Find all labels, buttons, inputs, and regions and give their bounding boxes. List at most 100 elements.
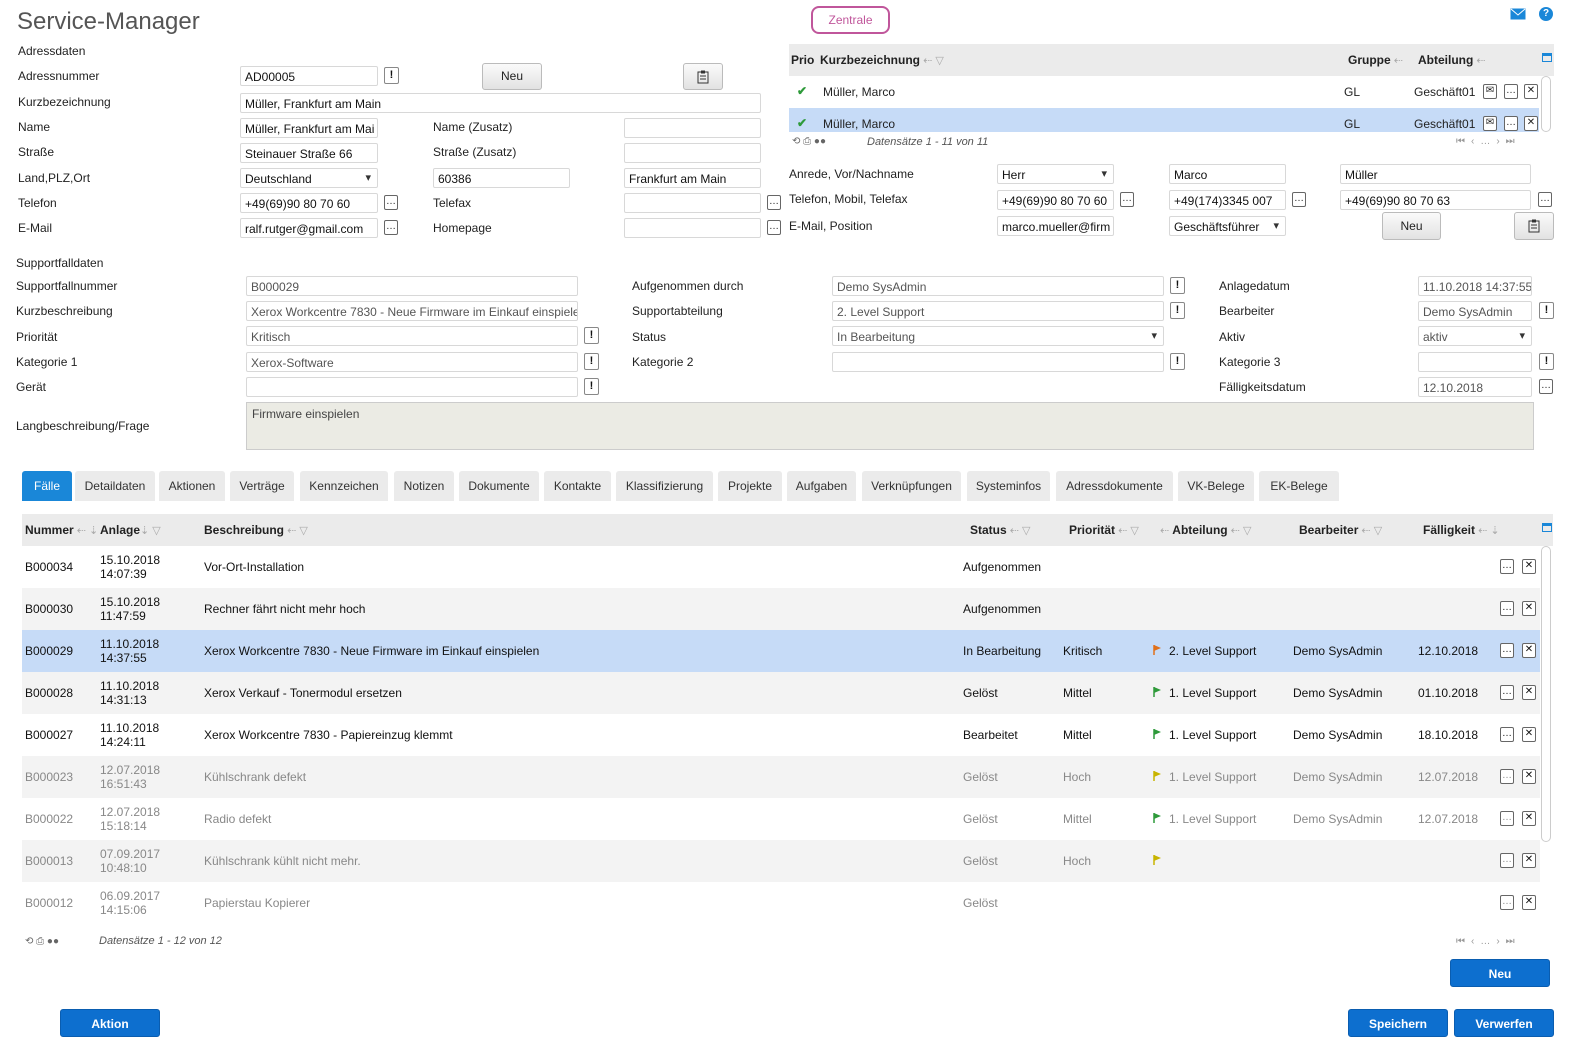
kontakt-telefax-field[interactable]: +49(69)90 80 70 63: [1340, 190, 1531, 210]
more-button[interactable]: …: [1500, 643, 1514, 658]
sort-icon[interactable]: ⇠ ⇣: [74, 525, 99, 537]
sort-filter-icon[interactable]: ⇠ ▽: [920, 55, 944, 67]
zentrale-badge[interactable]: Zentrale: [811, 6, 890, 34]
clipboard-button[interactable]: [683, 63, 723, 90]
table-row[interactable]: B000022 12.07.2018 15:18:14 Radio defekt Gel…: [22, 798, 1540, 840]
delete-button[interactable]: ✕: [1522, 769, 1536, 784]
delete-button[interactable]: ✕: [1522, 853, 1536, 868]
geraet-field[interactable]: [246, 377, 578, 397]
sort-icon[interactable]: ⇠: [1160, 525, 1172, 537]
delete-button[interactable]: ✕: [1522, 811, 1536, 826]
table-row[interactable]: B000013 07.09.2017 10:48:10 Kühlschrank küh…: [22, 840, 1540, 882]
contacts-col-abteilung[interactable]: Abteilung ⇠: [1418, 53, 1486, 67]
tab-0[interactable]: Fälle: [22, 471, 72, 501]
land-select[interactable]: Deutschland: [240, 168, 378, 188]
kontakt-mobil-more-button[interactable]: …: [1292, 192, 1306, 207]
status-select[interactable]: In Bearbeitung: [832, 326, 1164, 346]
contacts-pager[interactable]: ⏮‹…›⏭: [1456, 136, 1521, 147]
table-row[interactable]: B000028 11.10.2018 14:31:13 Xerox Verkauf -…: [22, 672, 1540, 714]
supportabteilung-field[interactable]: 2. Level Support: [832, 301, 1164, 321]
langbeschreibung-textarea[interactable]: Firmware einspielen: [246, 402, 1534, 450]
verwerfen-button[interactable]: Verwerfen: [1454, 1009, 1554, 1037]
adresse-neu-button[interactable]: Neu: [482, 63, 542, 90]
sort-icon[interactable]: ⇠: [1391, 55, 1403, 67]
kontakt-telefax-more-button[interactable]: …: [1538, 192, 1552, 207]
delete-button[interactable]: ✕: [1522, 601, 1536, 616]
more-button[interactable]: …: [1500, 811, 1514, 826]
homepage-field[interactable]: [624, 218, 761, 238]
kurzbezeichnung-field[interactable]: Müller, Frankfurt am Main: [240, 93, 761, 113]
more-button[interactable]: …: [1500, 895, 1514, 910]
table-row[interactable]: B000030 15.10.2018 11:47:59 Rechner fährt n…: [22, 588, 1540, 630]
sort-icon[interactable]: ⇠: [1473, 55, 1485, 67]
name-zusatz-field[interactable]: [624, 118, 761, 138]
col-beschreibung[interactable]: Beschreibung ⇠ ▽: [204, 523, 308, 537]
col-prioritaet[interactable]: Priorität ⇠ ▽: [1069, 523, 1139, 537]
mail-row-icon[interactable]: ✉: [1483, 84, 1497, 99]
kontakt-mobil-field[interactable]: +49(174)3345 007: [1169, 190, 1286, 210]
tab-11[interactable]: Verknüpfungen: [862, 471, 961, 501]
kontakt-clipboard-button[interactable]: [1514, 212, 1554, 240]
kontakt-email-field[interactable]: marco.mueller@firm: [997, 216, 1114, 236]
kurzbeschreibung-field[interactable]: Xerox Workcentre 7830 - Neue Firmware im…: [246, 301, 578, 321]
email-field[interactable]: ralf.rutger@gmail.com: [240, 218, 378, 238]
adressnummer-field[interactable]: AD00005: [240, 66, 378, 86]
contact-row-selected[interactable]: ✔ Müller, Marco GL Geschäft01 ✉ … ✕: [789, 108, 1539, 132]
tab-14[interactable]: VK-Belege: [1178, 471, 1254, 501]
delete-button[interactable]: ✕: [1522, 895, 1536, 910]
aktion-button[interactable]: Aktion: [60, 1009, 160, 1037]
more-button[interactable]: …: [1500, 601, 1514, 616]
speichern-button[interactable]: Speichern: [1348, 1009, 1448, 1037]
delete-button[interactable]: ✕: [1522, 559, 1536, 574]
tab-7[interactable]: Kontakte: [544, 471, 611, 501]
aktiv-select[interactable]: aktiv: [1418, 326, 1532, 346]
bearbeiter-field[interactable]: Demo SysAdmin: [1418, 301, 1532, 321]
delete-button[interactable]: ✕: [1522, 727, 1536, 742]
delete-button[interactable]: ✕: [1522, 643, 1536, 658]
homepage-more-button[interactable]: …: [767, 220, 781, 235]
more-button[interactable]: …: [1504, 84, 1518, 99]
kategorie-1-field[interactable]: Xerox-Software: [246, 352, 578, 372]
more-button[interactable]: …: [1504, 116, 1518, 131]
kontakt-telefon-field[interactable]: +49(69)90 80 70 60: [997, 190, 1114, 210]
more-button[interactable]: …: [1500, 769, 1514, 784]
aufgenommen-field[interactable]: Demo SysAdmin: [832, 276, 1164, 296]
plz-field[interactable]: 60386: [433, 168, 570, 188]
tab-15[interactable]: EK-Belege: [1259, 471, 1339, 501]
more-button[interactable]: …: [1500, 853, 1514, 868]
table-row[interactable]: B000027 11.10.2018 14:24:11 Xerox Workcentr…: [22, 714, 1540, 756]
cases-pager[interactable]: ⏮‹…›⏭: [1456, 936, 1521, 947]
anrede-select[interactable]: Herr: [997, 164, 1114, 184]
faelligkeitsdatum-field[interactable]: 12.10.2018: [1418, 377, 1532, 397]
contacts-col-gruppe[interactable]: Gruppe ⇠: [1348, 53, 1403, 67]
delete-button[interactable]: ✕: [1524, 116, 1538, 131]
table-row[interactable]: B000034 15.10.2018 14:07:39 Vor-Ort-Install…: [22, 546, 1540, 588]
col-bearbeiter[interactable]: Bearbeiter ⇠ ▽: [1299, 523, 1382, 537]
telefax-more-button[interactable]: …: [767, 195, 781, 210]
kontakt-telefon-more-button[interactable]: …: [1120, 192, 1134, 207]
vorname-field[interactable]: Marco: [1169, 164, 1286, 184]
table-row[interactable]: B000023 12.07.2018 16:51:43 Kühlschrank def…: [22, 756, 1540, 798]
position-select[interactable]: Geschäftsführer: [1169, 216, 1286, 236]
col-status[interactable]: Status ⇠ ▽: [970, 523, 1030, 537]
name-field[interactable]: Müller, Frankfurt am Mai: [240, 118, 378, 138]
kontakt-neu-button[interactable]: Neu: [1382, 212, 1441, 240]
tab-2[interactable]: Aktionen: [159, 471, 225, 501]
col-anlage[interactable]: Anlage⇣ ▽: [100, 523, 161, 537]
mail-row-icon[interactable]: ✉: [1483, 116, 1497, 131]
sort-filter-icon[interactable]: ⇣ ▽: [140, 525, 161, 537]
supportfallnummer-field[interactable]: B000029: [246, 276, 578, 296]
telefon-field[interactable]: +49(69)90 80 70 60: [240, 193, 378, 213]
tab-13[interactable]: Adressdokumente: [1056, 471, 1173, 501]
tab-3[interactable]: Verträge: [230, 471, 294, 501]
column-chooser-icon[interactable]: [1542, 53, 1552, 62]
contacts-col-prio[interactable]: Prio: [791, 53, 814, 67]
col-faelligkeit[interactable]: Fälligkeit ⇠ ⇣: [1423, 523, 1500, 537]
more-button[interactable]: …: [1500, 685, 1514, 700]
tab-8[interactable]: Klassifizierung: [616, 471, 713, 501]
sort-filter-icon[interactable]: ⇠ ▽: [284, 525, 308, 537]
table-row[interactable]: B000012 06.09.2017 14:15:06 Papierstau Kopi…: [22, 882, 1540, 924]
kategorie-2-field[interactable]: [832, 352, 1164, 372]
col-abteilung[interactable]: ⇠ Abteilung ⇠ ▽: [1160, 523, 1251, 537]
mail-icon[interactable]: [1510, 8, 1526, 23]
